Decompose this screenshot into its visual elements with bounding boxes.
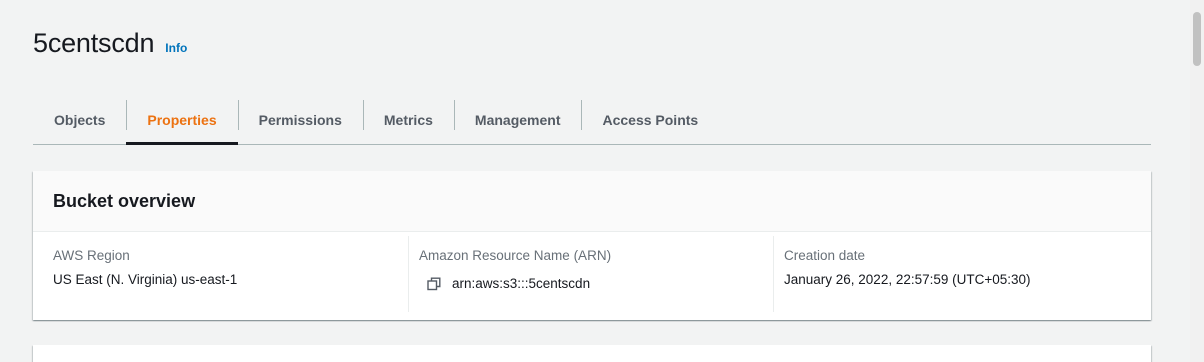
s3-bucket-page: 5centscdn Info Objects Properties Permis… — [0, 0, 1204, 362]
tab-permissions[interactable]: Permissions — [237, 96, 363, 144]
bucket-overview-panel: Bucket overview AWS Region US East (N. V… — [33, 171, 1151, 320]
panel-body: AWS Region US East (N. Virginia) us-east… — [33, 232, 1151, 320]
page-title: 5centscdn — [33, 28, 155, 58]
page-header: 5centscdn Info — [33, 28, 187, 59]
region-column: AWS Region US East (N. Virginia) us-east… — [33, 234, 398, 320]
tab-properties[interactable]: Properties — [126, 96, 238, 145]
vertical-scrollbar[interactable] — [1190, 0, 1204, 362]
next-panel — [33, 345, 1151, 362]
copy-icon[interactable] — [427, 277, 441, 291]
arn-label: Amazon Resource Name (ARN) — [419, 248, 612, 263]
panel-header: Bucket overview — [33, 171, 1151, 232]
tab-metrics[interactable]: Metrics — [362, 96, 454, 144]
region-label: AWS Region — [53, 248, 130, 263]
info-link[interactable]: Info — [165, 41, 187, 55]
tab-management[interactable]: Management — [453, 96, 582, 144]
arn-value: arn:aws:s3:::5centscdn — [452, 276, 591, 291]
arn-row: arn:aws:s3:::5centscdn — [419, 276, 743, 291]
tab-objects[interactable]: Objects — [33, 96, 126, 144]
scrollbar-thumb[interactable] — [1193, 12, 1201, 66]
creation-date-label: Creation date — [784, 248, 866, 263]
creation-date-value: January 26, 2022, 22:57:59 (UTC+05:30) — [784, 272, 1031, 287]
tab-access-points[interactable]: Access Points — [581, 96, 719, 144]
tab-bar: Objects Properties Permissions Metrics M… — [33, 96, 1151, 145]
creation-date-column: Creation date January 26, 2022, 22:57:59… — [763, 234, 1151, 320]
arn-column: Amazon Resource Name (ARN) arn:aws:s3:::… — [398, 234, 763, 320]
region-value: US East (N. Virginia) us-east-1 — [53, 272, 238, 287]
panel-title: Bucket overview — [53, 190, 196, 211]
